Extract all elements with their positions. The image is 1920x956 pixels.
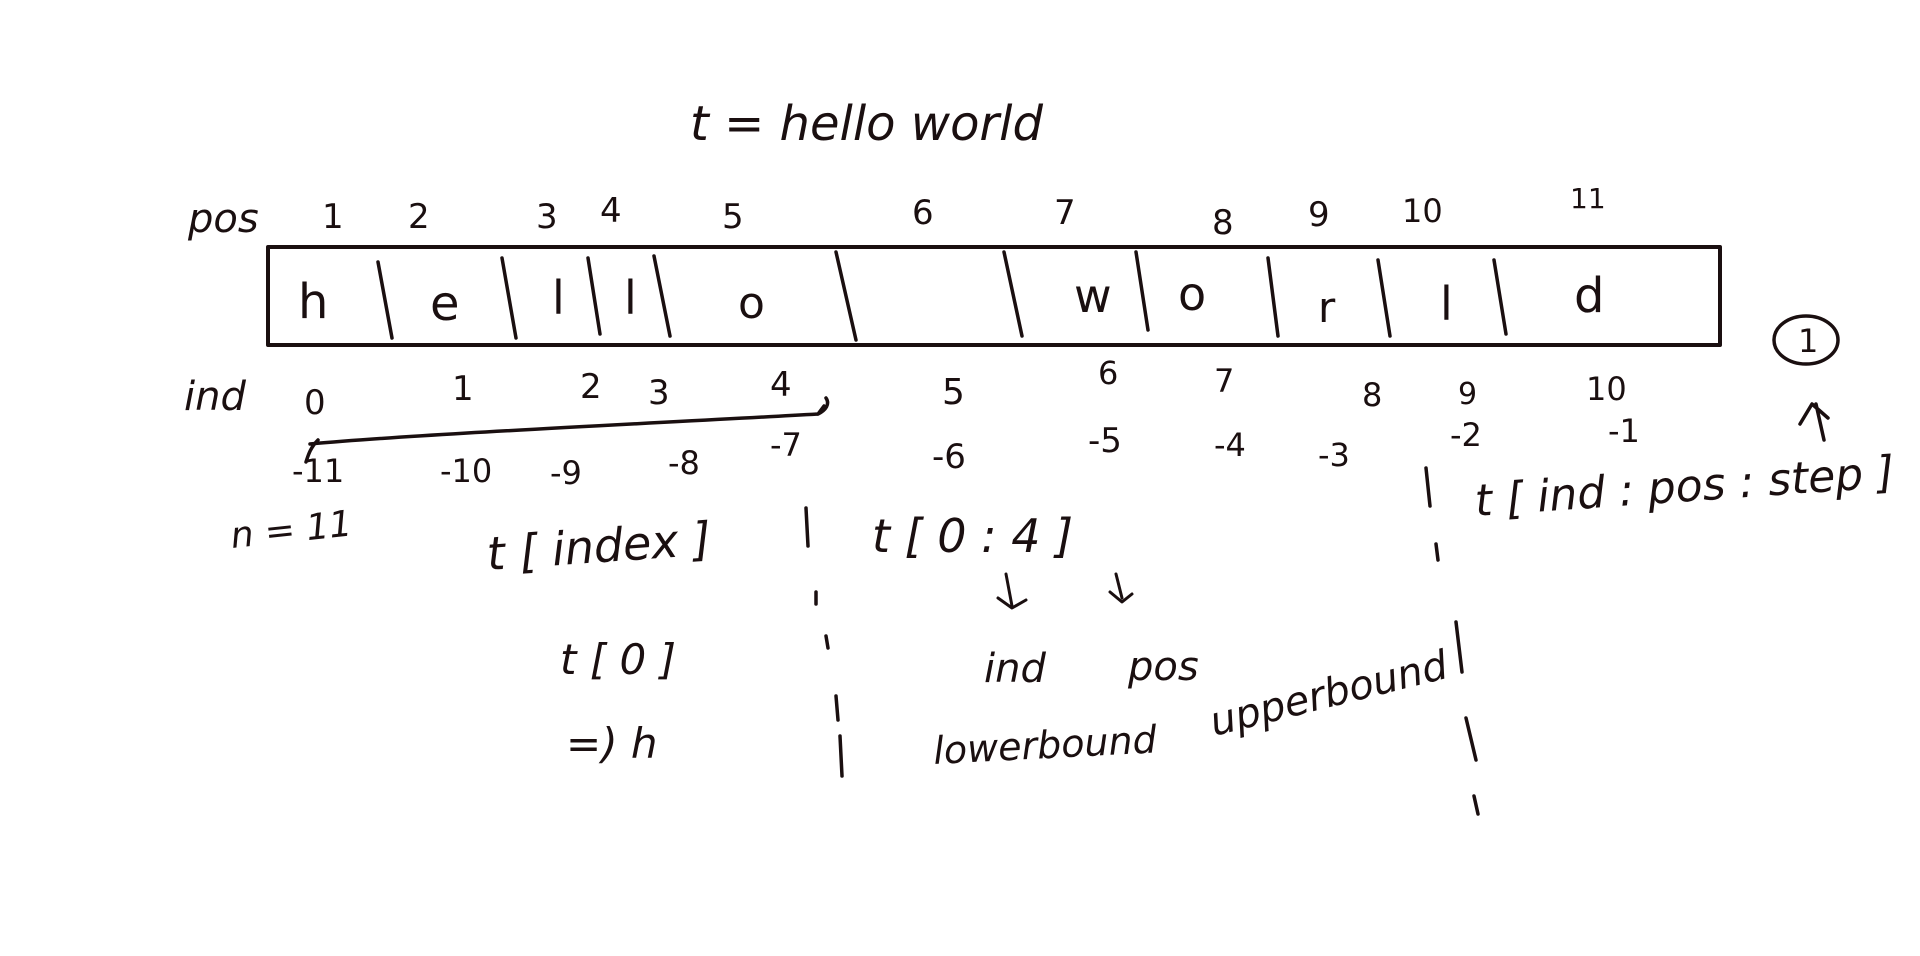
index-number: 4 <box>770 365 792 405</box>
string-char: o <box>738 278 765 329</box>
string-box <box>266 245 1722 347</box>
slice-bracket <box>304 396 830 464</box>
string-char: o <box>1178 267 1206 321</box>
index-syntax: t [ index ] <box>485 511 713 581</box>
cell-divider <box>1134 250 1150 332</box>
string-char: l <box>1440 277 1453 331</box>
cell-divider <box>500 256 518 340</box>
string-char: r <box>1318 283 1336 332</box>
cell-divider <box>1492 258 1508 336</box>
index-number: 5 <box>942 372 965 413</box>
negative-index-number: -1 <box>1608 412 1640 450</box>
negative-index-number: -4 <box>1214 426 1246 464</box>
cell-divider <box>376 260 394 340</box>
pos-number: 11 <box>1570 182 1606 215</box>
string-char: w <box>1074 269 1112 323</box>
pos-number: 9 <box>1308 195 1330 235</box>
index-number: 3 <box>648 373 670 413</box>
lower-bound-label: lowerbound <box>932 717 1158 773</box>
pos-numbers: 1 2 3 4 5 6 7 8 9 10 11 <box>322 182 1606 243</box>
index-result: =) h <box>566 719 658 768</box>
negative-index-number: -2 <box>1450 416 1482 454</box>
whiteboard-canvas: t = hello world pos 1 2 3 4 5 6 7 8 9 10… <box>184 96 1896 816</box>
step-syntax: t [ ind : pos : step ] <box>1473 447 1896 527</box>
pos-number: 8 <box>1212 203 1234 243</box>
cell-divider <box>1266 256 1280 338</box>
upper-term: pos <box>1127 644 1199 690</box>
title-text: t = hello world <box>690 96 1044 152</box>
step-slicing-section: t [ ind : pos : step ] 1 <box>1473 314 1896 527</box>
string-char: h <box>298 274 328 330</box>
negative-index-number: -9 <box>550 454 582 492</box>
cell-divider <box>1002 250 1024 338</box>
pos-number: 6 <box>912 193 934 233</box>
negative-index-number: -10 <box>440 452 492 490</box>
negative-index-number: -5 <box>1088 421 1122 461</box>
upper-arrow <box>1108 572 1134 604</box>
pos-number: 4 <box>600 191 622 231</box>
pos-number: 10 <box>1402 192 1443 230</box>
index-number: 2 <box>580 367 602 407</box>
index-number: 8 <box>1362 376 1382 414</box>
pos-number: 1 <box>322 197 344 237</box>
cell-divider <box>834 250 858 342</box>
string-char: d <box>1574 268 1604 324</box>
cell-divider <box>586 256 602 336</box>
pos-label: pos <box>187 196 259 242</box>
string-char: e <box>430 276 460 332</box>
cell-dividers <box>376 250 1508 342</box>
column-separator-left <box>804 506 844 778</box>
string-char: l <box>552 271 565 325</box>
index-number: 1 <box>452 369 474 409</box>
upper-bound-label: upperbound <box>1205 642 1453 746</box>
index-number: 9 <box>1458 377 1477 412</box>
index-number: 7 <box>1214 362 1234 400</box>
index-example: t [ 0 ] <box>560 635 676 684</box>
lower-term: ind <box>984 646 1046 692</box>
lower-arrow <box>996 572 1028 610</box>
index-number: 0 <box>304 383 326 423</box>
column-separator-right <box>1424 466 1480 816</box>
string-char: l <box>624 271 637 325</box>
pos-number: 5 <box>722 197 744 237</box>
ind-label: ind <box>184 374 246 420</box>
negative-index-numbers: -11 -10 -9 -8 -7 -6 -5 -4 -3 -2 -1 <box>292 412 1640 492</box>
cell-divider <box>652 254 672 338</box>
pos-number: 2 <box>408 197 430 237</box>
index-number: 6 <box>1098 354 1118 392</box>
slice-syntax: t [ 0 : 4 ] <box>872 509 1073 563</box>
pos-number: 7 <box>1054 193 1076 233</box>
pos-number: 3 <box>536 197 558 237</box>
negative-index-number: -3 <box>1318 436 1350 474</box>
step-marker: 1 <box>1798 322 1818 360</box>
string-characters: h e l l o w o r l d <box>298 267 1604 332</box>
step-arrow <box>1798 402 1830 442</box>
index-number: 10 <box>1586 370 1627 408</box>
negative-index-number: -7 <box>770 426 802 464</box>
length-note: n = 11 <box>229 503 354 556</box>
indexing-section: t [ index ] t [ 0 ] =) h <box>485 511 713 768</box>
cell-divider <box>1376 258 1392 338</box>
negative-index-number: -6 <box>932 437 966 477</box>
negative-index-number: -11 <box>292 452 344 490</box>
negative-index-number: -8 <box>668 444 700 482</box>
index-numbers: 0 1 2 3 4 5 6 7 8 9 10 <box>304 354 1627 423</box>
slicing-section: t [ 0 : 4 ] ind pos lowerbound upperboun… <box>872 509 1453 773</box>
